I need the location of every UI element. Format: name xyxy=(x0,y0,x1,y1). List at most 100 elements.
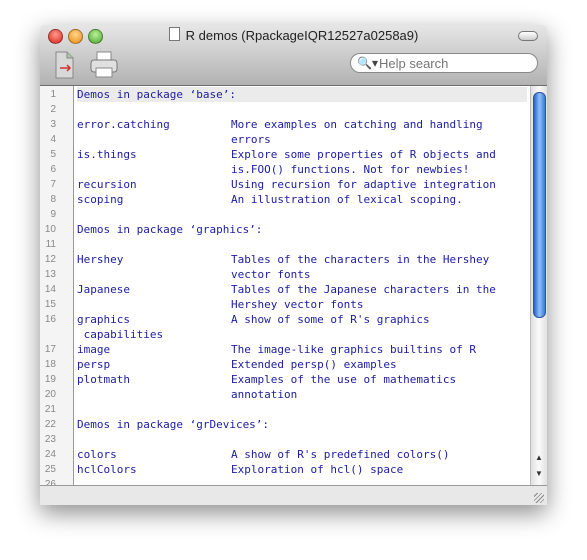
print-icon xyxy=(90,51,118,78)
text-line: 11 xyxy=(40,237,531,252)
line-number: 25 xyxy=(44,464,56,475)
text-line: 8 scoping An illustration of lexical scopi… xyxy=(40,192,531,207)
line-number: 16 xyxy=(44,314,56,325)
text-line: 17 image The image-like graphics builtins … xyxy=(40,342,531,357)
line-text xyxy=(77,237,527,252)
line-text xyxy=(77,207,527,222)
help-search-field[interactable]: 🔍▾ xyxy=(350,53,538,73)
demo-description: Using recursion for adaptive integration xyxy=(231,178,496,191)
demo-description: Exploration of hcl() space xyxy=(231,463,404,476)
line-number: 3 xyxy=(50,119,56,130)
demo-name: hclColors xyxy=(77,463,137,476)
search-icon: 🔍▾ xyxy=(357,56,378,70)
vertical-scrollbar[interactable]: ▲ ▼ xyxy=(530,86,547,485)
demo-text-view[interactable]: 1 Demos in package ‘base’: 2 3 error.catchin… xyxy=(40,86,531,485)
line-text: persp Extended persp() examples xyxy=(77,357,527,372)
scroll-up-arrow-icon[interactable]: ▲ xyxy=(531,451,547,465)
title-bar: R demos (RpackageIQR12527a0258a9) 🔍▾ xyxy=(40,25,547,86)
line-number: 13 xyxy=(44,269,56,280)
document-icon xyxy=(168,27,180,41)
resize-grip-icon[interactable] xyxy=(534,493,544,503)
text-line: 23 xyxy=(40,432,531,447)
demo-description: The image-like graphics builtins of R xyxy=(231,343,477,356)
status-bar xyxy=(40,485,547,505)
text-line: 5 is.things Explore some properties of R o… xyxy=(40,147,531,162)
line-number: 10 xyxy=(44,224,56,235)
demo-description: Explore some properties of R objects and xyxy=(231,148,496,161)
text-line: 3 error.catching More examples on catching… xyxy=(40,117,531,132)
line-number: 2 xyxy=(50,104,56,115)
line-text: scoping An illustration of lexical scopin… xyxy=(77,192,527,207)
line-number: 24 xyxy=(44,449,56,460)
line-text xyxy=(77,477,527,485)
text-line: 2 xyxy=(40,102,531,117)
line-number: 21 xyxy=(44,404,56,415)
demo-name: scoping xyxy=(77,193,124,206)
text-line: 16 graphics A show of some of R's graphics xyxy=(40,312,531,327)
line-text xyxy=(77,402,527,417)
demo-name: Hershey xyxy=(77,253,124,266)
line-text: Demos in package ‘grDevices’: xyxy=(77,417,527,432)
demo-name: Demos in package ‘grDevices’: xyxy=(77,418,270,431)
line-number: 1 xyxy=(50,89,56,100)
line-text xyxy=(77,432,527,447)
line-text xyxy=(77,102,527,117)
text-line: 9 xyxy=(40,207,531,222)
demo-name: plotmath xyxy=(77,373,130,386)
line-text: Demos in package ‘graphics’: xyxy=(77,222,527,237)
line-number: 23 xyxy=(44,434,56,445)
line-text: vector fonts xyxy=(77,267,527,282)
demo-description: Tables of the characters in the Hershey xyxy=(231,253,490,266)
text-line: 19 plotmath Examples of the use of mathema… xyxy=(40,372,531,387)
line-text: Demos in package ‘base’: xyxy=(77,87,527,102)
text-line: 1 Demos in package ‘base’: xyxy=(40,87,531,102)
toolbar-toggle-button[interactable] xyxy=(518,31,538,41)
line-text: plotmath Examples of the use of mathemati… xyxy=(77,372,527,387)
text-line: 10 Demos in package ‘graphics’: xyxy=(40,222,531,237)
line-text: image The image-like graphics builtins of… xyxy=(77,342,527,357)
line-number: 11 xyxy=(45,239,56,250)
demo-description: More examples on catching and handling xyxy=(231,118,483,131)
line-number: 9 xyxy=(50,209,56,220)
demo-name: error.catching xyxy=(77,118,170,131)
export-button[interactable] xyxy=(50,50,78,80)
line-text: annotation xyxy=(77,387,527,402)
print-button[interactable] xyxy=(88,50,118,80)
demo-description: Hershey vector fonts xyxy=(231,298,364,311)
line-text: is.things Explore some properties of R ob… xyxy=(77,147,527,162)
demo-name: image xyxy=(77,343,111,356)
window-title: R demos (RpackageIQR12527a0258a9) xyxy=(40,27,547,43)
line-text: colors A show of R's predefined colors() xyxy=(77,447,527,462)
line-number: 12 xyxy=(44,254,56,265)
text-line: 7 recursion Using recursion for adaptive i… xyxy=(40,177,531,192)
scroll-down-arrow-icon[interactable]: ▼ xyxy=(531,467,547,481)
demo-name: graphics xyxy=(77,313,130,326)
line-text: recursion Using recursion for adaptive in… xyxy=(77,177,527,192)
demo-description: is.FOO() functions. Not for newbies! xyxy=(231,163,470,176)
demo-name: Demos in package ‘base’: xyxy=(77,88,236,101)
export-icon xyxy=(55,51,74,79)
line-number: 18 xyxy=(44,359,56,370)
text-line: 15 Hershey vector fonts xyxy=(40,297,531,312)
line-text: Hershey vector fonts xyxy=(77,297,527,312)
line-text: Hershey Tables of the characters in the H… xyxy=(77,252,527,267)
text-line: 20 annotation xyxy=(40,387,531,402)
line-text: graphics A show of some of R's graphics xyxy=(77,312,527,327)
scroll-thumb[interactable] xyxy=(533,92,546,318)
demo-description: Tables of the Japanese characters in the xyxy=(231,283,496,296)
demo-name: Demos in package ‘graphics’: xyxy=(77,223,263,236)
demo-description: A show of some of R's graphics xyxy=(231,313,430,326)
line-text: Japanese Tables of the Japanese character… xyxy=(77,282,527,297)
line-number: 26 xyxy=(44,479,56,485)
text-line: 4 errors xyxy=(40,132,531,147)
text-line: 21 xyxy=(40,402,531,417)
demo-description: vector fonts xyxy=(231,268,311,281)
help-search-input[interactable] xyxy=(379,54,529,72)
demo-description: errors xyxy=(231,133,271,146)
line-number: 5 xyxy=(50,149,56,160)
text-line: 24 colors A show of R's predefined colors(… xyxy=(40,447,531,462)
line-number: 20 xyxy=(44,389,56,400)
line-text: errors xyxy=(77,132,527,147)
demo-description: Examples of the use of mathematics xyxy=(231,373,457,386)
demo-description: An illustration of lexical scoping. xyxy=(231,193,463,206)
